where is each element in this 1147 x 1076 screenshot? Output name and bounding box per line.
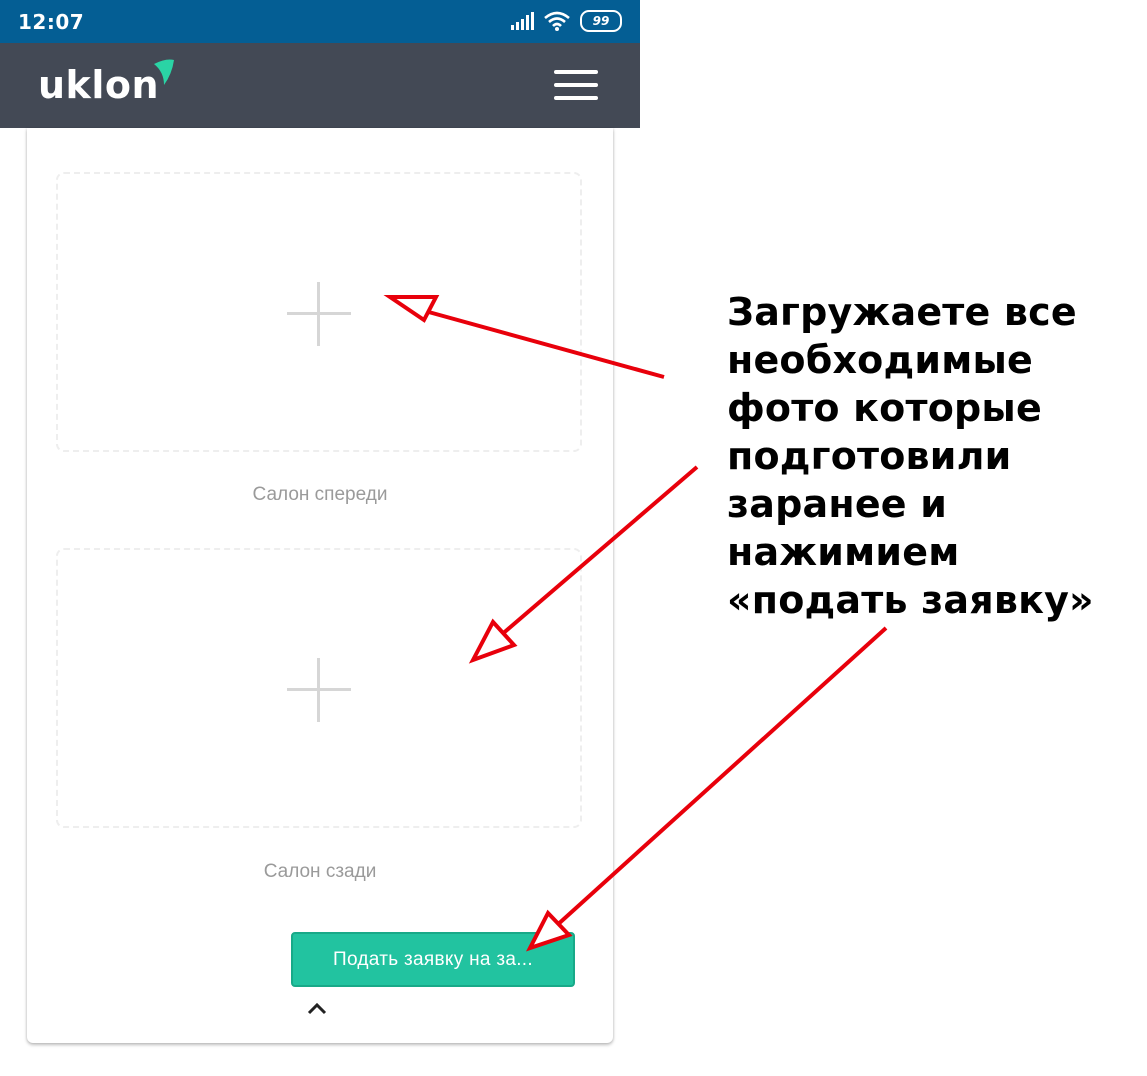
- arrow-to-second-upload: [468, 465, 699, 664]
- annotation-arrows: [383, 295, 888, 952]
- arrow-to-submit-button: [525, 626, 888, 952]
- arrow-to-first-upload: [383, 295, 665, 379]
